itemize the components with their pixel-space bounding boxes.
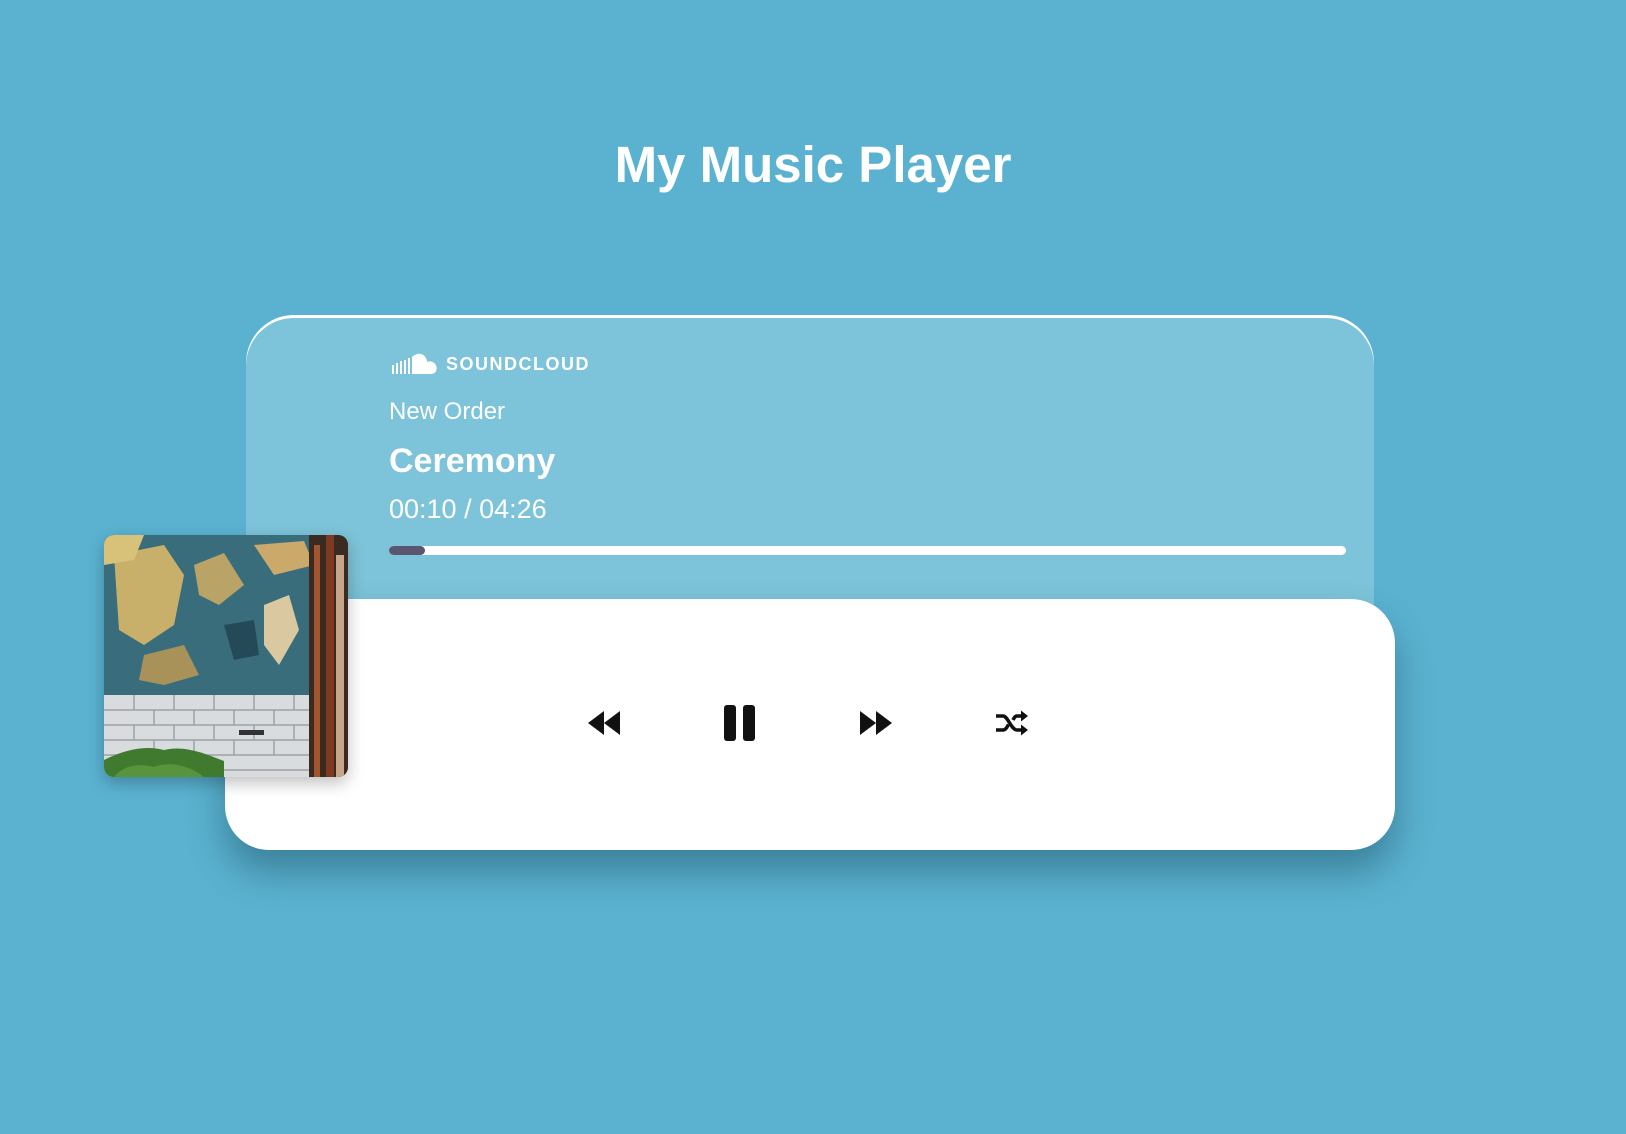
brand-name: SOUNDCLOUD [446,353,590,374]
fast-forward-icon [860,711,892,735]
page-title: My Music Player [614,136,1012,193]
pause-icon [724,705,755,741]
rewind-icon [588,711,620,735]
fast-forward-button[interactable] [851,700,901,746]
shuffle-button[interactable] [987,700,1037,746]
brand[interactable]: SOUNDCLOUD [392,352,590,376]
progress-bar[interactable] [389,546,1346,555]
soundcloud-logo-icon [392,352,438,376]
album-art-image [104,535,348,777]
artist-name: New Order [389,398,506,425]
time-readout: 00:10 / 04:26 [389,494,547,524]
rewind-button[interactable] [579,700,629,746]
album-art [104,535,348,777]
pause-button[interactable] [715,700,765,746]
shuffle-icon [996,710,1028,736]
controls-card [225,599,1395,850]
progress-fill [389,546,425,555]
track-title: Ceremony [389,442,556,480]
track-info-panel: SOUNDCLOUD New Order Ceremony 00:10 / 04… [246,318,1374,608]
